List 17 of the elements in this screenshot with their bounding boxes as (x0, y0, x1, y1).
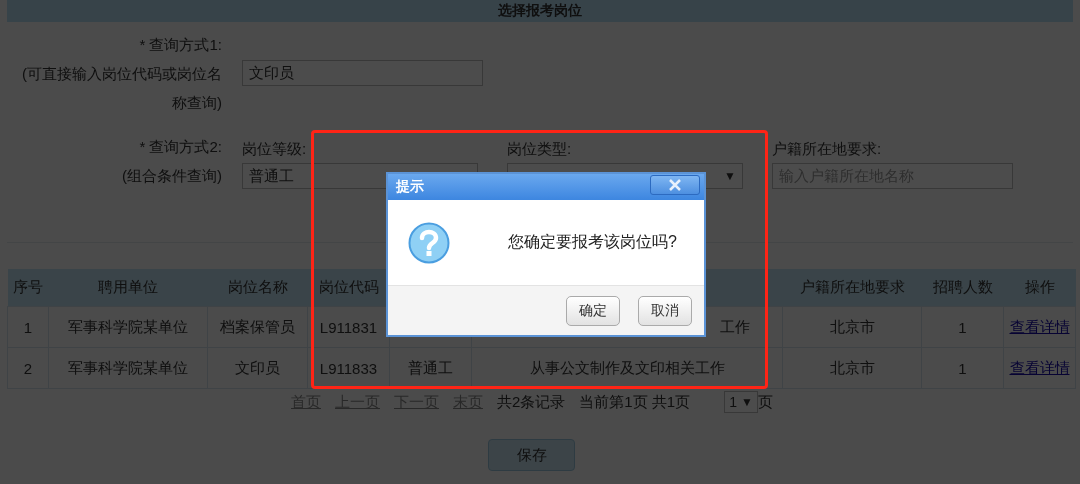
dialog-message: 您确定要报考该岗位吗? (508, 232, 677, 252)
field-label: * 查询方式2: (138, 137, 222, 157)
field-label: 岗位类型: (507, 139, 573, 159)
field-label: * 查询方式1: (138, 35, 222, 55)
dialog-title: 提示 (396, 178, 424, 196)
confirm-button[interactable]: 确定 (566, 295, 620, 326)
record-count: 共2条记录 (497, 392, 566, 412)
close-icon (668, 179, 682, 191)
field-label: 户籍所在地要求: (772, 139, 883, 159)
page-info: 当前第1页 共1页 (579, 392, 691, 412)
cancel-button[interactable]: 取消 (638, 295, 692, 326)
close-button[interactable] (650, 175, 700, 195)
page-title: 选择报考岗位 (498, 2, 582, 20)
field-label: 岗位等级: (242, 139, 308, 159)
page-suffix: 页 (757, 392, 773, 412)
field-hint: (组合条件查询) (121, 166, 222, 186)
question-icon (408, 221, 450, 264)
